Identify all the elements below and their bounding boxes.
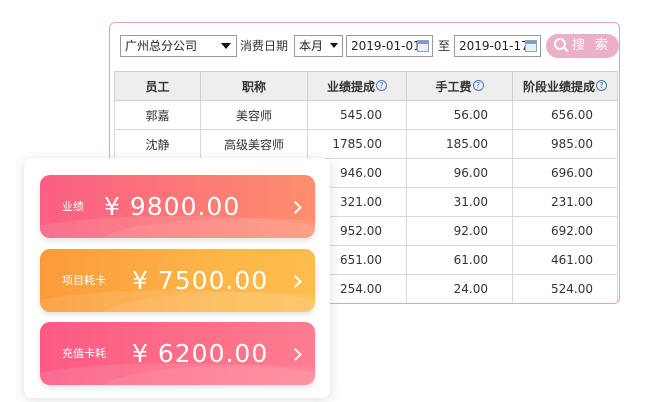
chevron-right-icon xyxy=(289,201,302,214)
project-card-amount: ¥ 7500.00 xyxy=(132,266,269,295)
header-handwork-fee: 手工费? xyxy=(406,71,513,101)
cell-handwork: 61.00 xyxy=(406,245,513,275)
cell-stage: 985.00 xyxy=(512,129,618,159)
header-stage-commission: 阶段业绩提成? xyxy=(512,71,618,101)
performance-amount: ¥ 9800.00 xyxy=(104,192,241,221)
cell-handwork: 56.00 xyxy=(406,100,513,130)
recharge-card-label: 充值卡耗 xyxy=(62,347,106,360)
header-title: 职称 xyxy=(200,71,308,101)
table-row[interactable]: 郭嘉 美容师 545.00 56.00 656.00 xyxy=(114,100,618,130)
summary-card: 业绩 ¥ 9800.00 项目耗卡 ¥ 7500.00 充值卡耗 ¥ 6200.… xyxy=(24,158,330,398)
cell-stage: 231.00 xyxy=(512,187,618,217)
table-header-row: 员工 职称 业绩提成? 手工费? 阶段业绩提成? xyxy=(114,71,618,101)
date-from-value: 2019-01-01 xyxy=(351,39,421,53)
date-label: 消费日期 xyxy=(240,39,289,53)
cell-performance: 545.00 xyxy=(307,100,407,130)
performance-tile[interactable]: 业绩 ¥ 9800.00 xyxy=(40,175,315,238)
recharge-card-amount: ¥ 6200.00 xyxy=(132,339,269,368)
help-icon[interactable]: ? xyxy=(472,79,484,91)
header-employee: 员工 xyxy=(114,71,201,101)
cell-stage: 696.00 xyxy=(512,158,618,188)
search-icon xyxy=(553,38,566,50)
cell-handwork xyxy=(407,304,513,305)
chevron-right-icon xyxy=(289,275,302,288)
help-icon[interactable]: ? xyxy=(596,79,607,91)
cell-handwork: 185.00 xyxy=(406,129,513,159)
date-from-field[interactable]: 2019-01-01 xyxy=(346,35,433,57)
cell-handwork: 96.00 xyxy=(406,158,513,188)
table-row[interactable]: 沈静 高级美容师 1785.00 185.00 985.00 xyxy=(114,129,618,159)
filter-toolbar: 广州总分公司 消费日期 本月 2019-01-01 至 2019-01-17 搜… xyxy=(110,23,619,71)
branch-select-value: 广州总分公司 xyxy=(125,39,198,53)
chevron-down-icon xyxy=(221,43,231,49)
to-label: 至 xyxy=(438,39,451,53)
search-button-label: 搜 索 xyxy=(571,38,612,53)
performance-label: 业绩 xyxy=(62,200,84,213)
date-to-field[interactable]: 2019-01-17 xyxy=(454,35,541,57)
cell-employee: 郭嘉 xyxy=(114,100,201,130)
cell-handwork: 92.00 xyxy=(406,216,513,246)
cell-employee: 沈静 xyxy=(114,129,201,159)
help-icon[interactable]: ? xyxy=(376,79,387,91)
period-select-value: 本月 xyxy=(299,39,324,53)
cell-handwork: 24.00 xyxy=(406,274,513,303)
date-to-value: 2019-01-17 xyxy=(459,39,529,53)
cell-handwork: 31.00 xyxy=(406,187,513,217)
cell-title: 美容师 xyxy=(200,100,308,130)
project-card-tile[interactable]: 项目耗卡 ¥ 7500.00 xyxy=(40,249,315,312)
cell-stage: 461.00 xyxy=(512,245,618,275)
calendar-icon[interactable] xyxy=(525,40,537,52)
chevron-right-icon xyxy=(289,348,302,361)
chevron-down-icon xyxy=(330,43,338,48)
cell-stage: 692.00 xyxy=(512,216,618,246)
calendar-icon[interactable] xyxy=(417,40,429,52)
cell-title: 高级美容师 xyxy=(200,129,308,159)
cell-performance: 1785.00 xyxy=(307,129,407,159)
branch-select[interactable]: 广州总分公司 xyxy=(120,35,237,57)
project-card-label: 项目耗卡 xyxy=(62,274,106,287)
recharge-card-tile[interactable]: 充值卡耗 ¥ 6200.00 xyxy=(40,322,315,385)
cell-stage: 656.00 xyxy=(512,100,618,130)
cell-stage: 524.00 xyxy=(512,274,618,303)
search-button[interactable]: 搜 索 xyxy=(546,34,619,58)
period-select[interactable]: 本月 xyxy=(294,35,343,57)
header-performance-commission: 业绩提成? xyxy=(307,71,407,101)
cell-stage xyxy=(513,304,618,305)
